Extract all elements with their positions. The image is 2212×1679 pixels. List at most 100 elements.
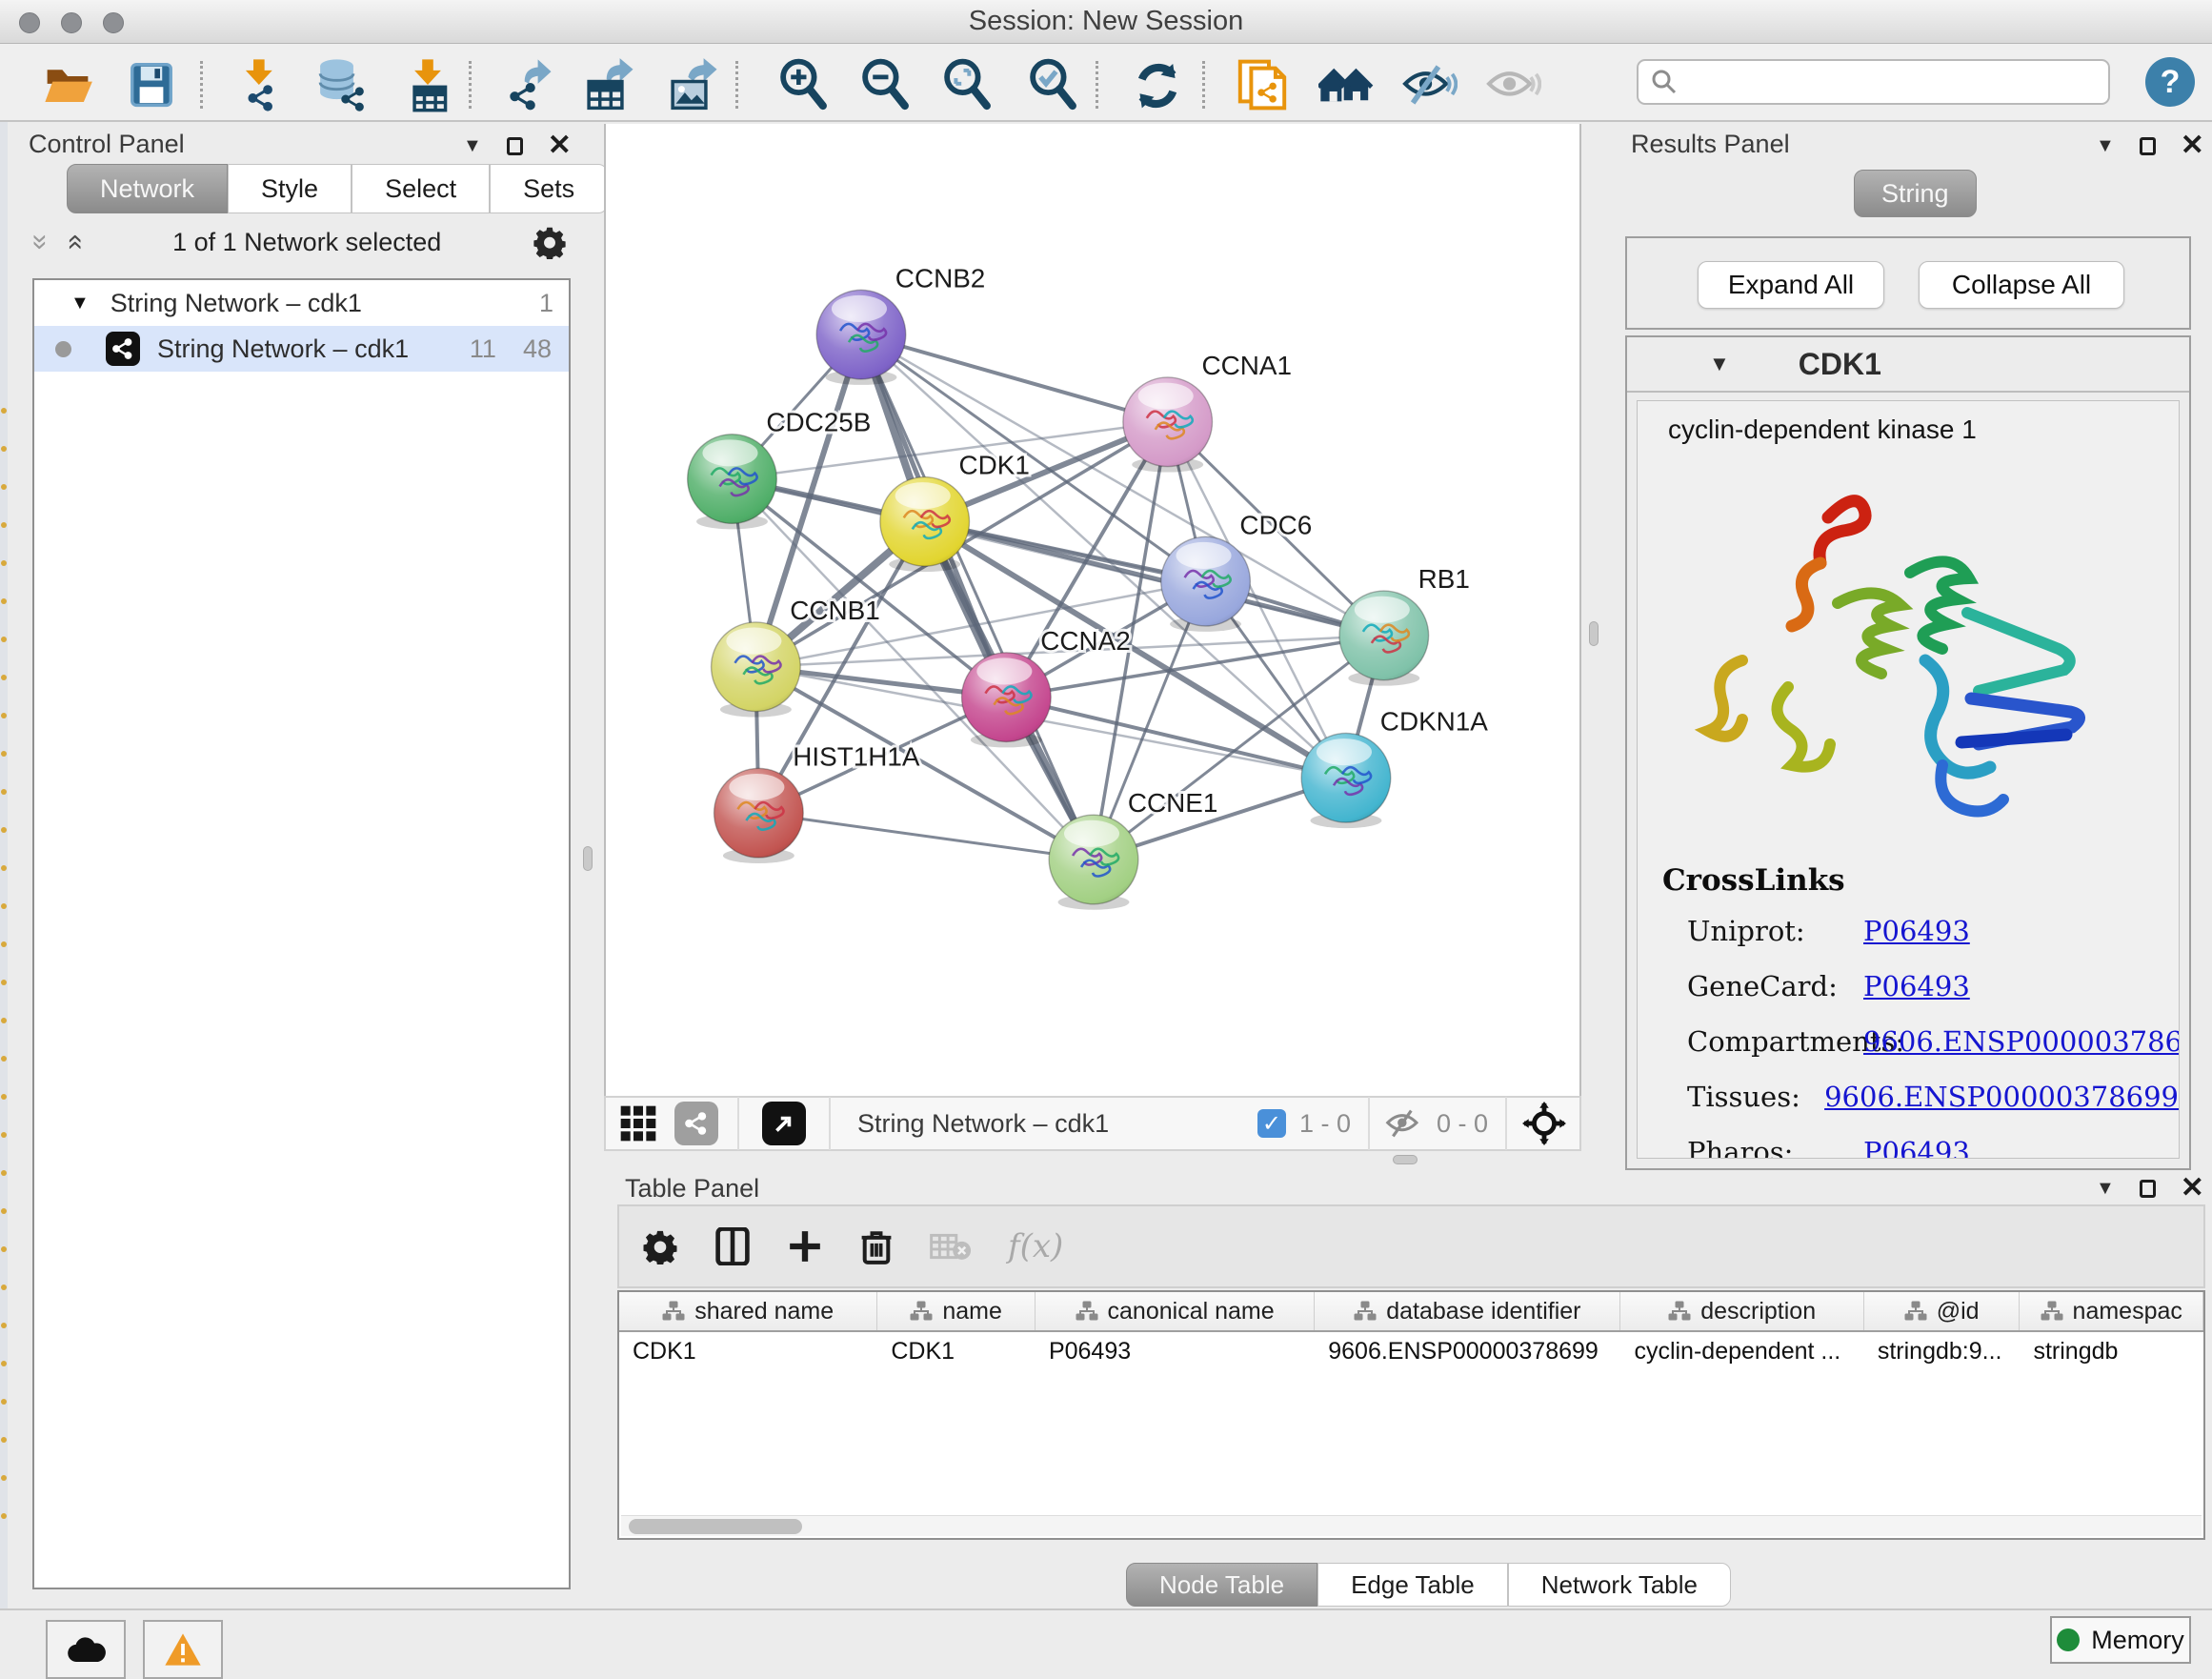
network-edge[interactable] [861, 334, 1168, 422]
export-network-button[interactable] [499, 57, 554, 112]
crosslink-link[interactable]: 9606.ENSP00000378699 [1863, 1025, 2180, 1058]
expand-all-networks-icon[interactable]: » [24, 234, 56, 251]
window-controls[interactable] [19, 12, 124, 33]
crosslink-link[interactable]: 9606.ENSP00000378699 [1824, 1081, 2179, 1113]
network-edge[interactable] [861, 334, 1094, 860]
network-edge[interactable] [925, 521, 1384, 636]
left-splitter-handle[interactable] [583, 846, 593, 871]
table-cell[interactable]: 9606.ENSP00000378699 [1315, 1338, 1620, 1365]
zoom-out-button[interactable] [857, 57, 913, 112]
column-header-database-identifier[interactable]: database identifier [1315, 1292, 1620, 1330]
birdseye-crosshair-icon[interactable] [1522, 1102, 1566, 1145]
collapse-all-button[interactable]: Collapse All [1919, 261, 2124, 309]
cloud-status-button[interactable] [46, 1620, 126, 1679]
tab-sets[interactable]: Sets [490, 164, 608, 213]
column-header-description[interactable]: description [1620, 1292, 1863, 1330]
import-network-button[interactable] [232, 57, 288, 112]
panel-close-icon[interactable]: ✕ [548, 131, 572, 160]
show-hidden-button[interactable] [1486, 57, 1541, 112]
toolbar-search[interactable] [1637, 59, 2110, 105]
column-header--id[interactable]: @id [1864, 1292, 2021, 1330]
crosslink-link[interactable]: P06493 [1863, 915, 1970, 947]
network-node-ccna1[interactable]: CCNA1 [1123, 351, 1292, 473]
right-splitter-handle[interactable] [1589, 621, 1599, 646]
network-node-ccnb2[interactable]: CCNB2 [816, 263, 985, 385]
detach-view-button[interactable] [762, 1102, 806, 1145]
network-edge[interactable] [758, 813, 1094, 860]
table-row[interactable]: CDK1CDK1P064939606.ENSP00000378699cyclin… [619, 1332, 2203, 1370]
network-canvas[interactable]: CCNB2CCNA1CDC25BCDK1CDC6RB1CCNB1CCNA2CDK… [604, 124, 1581, 1096]
tab-select[interactable]: Select [352, 164, 490, 213]
tab-string[interactable]: String [1854, 170, 1977, 217]
table-settings-gear-icon[interactable] [642, 1228, 678, 1264]
panel-float-icon[interactable] [2140, 1180, 2156, 1198]
export-table-button[interactable] [581, 57, 636, 112]
expand-all-button[interactable]: Expand All [1698, 261, 1884, 309]
panel-close-icon[interactable]: ✕ [2181, 1174, 2204, 1203]
network-collection-row[interactable]: ▼ String Network – cdk1 1 [34, 280, 569, 326]
network-node-hist1h1a[interactable]: HIST1H1A [714, 741, 920, 863]
show-all-views-button[interactable] [1318, 57, 1374, 112]
network-node-cdc25b[interactable]: CDC25B [688, 408, 872, 530]
duplicate-network-button[interactable] [1235, 57, 1290, 112]
memory-button[interactable]: Memory [2050, 1616, 2191, 1664]
network-node-ccnb1[interactable]: CCNB1 [712, 596, 880, 718]
tab-network-table[interactable]: Network Table [1508, 1563, 1731, 1607]
collection-expander-icon[interactable]: ▼ [70, 293, 90, 314]
crosslink-link[interactable]: P06493 [1863, 1136, 1970, 1159]
column-header-shared-name[interactable]: shared name [619, 1292, 877, 1330]
refresh-view-button[interactable] [1130, 57, 1185, 112]
column-header-namespac[interactable]: namespac [2020, 1292, 2203, 1330]
hidden-eye-slash-icon[interactable] [1385, 1109, 1425, 1138]
network-edge[interactable] [1006, 698, 1346, 779]
panel-menu-icon[interactable]: ▼ [2096, 135, 2115, 157]
zoom-fit-button[interactable] [939, 57, 995, 112]
network-row[interactable]: String Network – cdk1 11 48 [34, 326, 569, 372]
help-button[interactable]: ? [2145, 57, 2195, 107]
crosslink-link[interactable]: P06493 [1863, 970, 1970, 1002]
close-window-button[interactable] [19, 12, 40, 33]
panel-menu-icon[interactable]: ▼ [463, 135, 482, 157]
table-cell[interactable]: P06493 [1036, 1338, 1315, 1365]
table-cell[interactable]: stringdb [2020, 1338, 2203, 1365]
hide-selected-button[interactable] [1402, 57, 1458, 112]
panel-close-icon[interactable]: ✕ [2181, 131, 2204, 160]
column-header-canonical-name[interactable]: canonical name [1036, 1292, 1315, 1330]
table-cell[interactable]: CDK1 [877, 1338, 1036, 1365]
tab-edge-table[interactable]: Edge Table [1317, 1563, 1508, 1607]
import-network-database-button[interactable] [312, 57, 368, 112]
network-node-ccne1[interactable]: CCNE1 [1049, 788, 1217, 910]
gene-collapse-icon[interactable]: ▼ [1709, 352, 1730, 376]
search-input[interactable] [1679, 68, 2079, 97]
import-table-button[interactable] [400, 57, 455, 112]
table-cell[interactable]: cyclin-dependent ... [1620, 1338, 1863, 1365]
gene-section-header[interactable]: ▼ CDK1 [1627, 337, 2189, 393]
export-image-button[interactable] [665, 57, 720, 112]
show-columns-icon[interactable] [714, 1227, 751, 1265]
panel-float-icon[interactable] [2140, 137, 2156, 155]
table-cell[interactable]: CDK1 [619, 1338, 877, 1365]
bottom-splitter-handle[interactable] [1393, 1155, 1418, 1164]
zoom-window-button[interactable] [103, 12, 124, 33]
table-cell[interactable]: stringdb:9... [1864, 1338, 2021, 1365]
tab-network[interactable]: Network [67, 164, 228, 213]
scrollbar-thumb[interactable] [629, 1519, 802, 1534]
warnings-button[interactable] [143, 1620, 223, 1679]
save-session-button[interactable] [124, 57, 179, 112]
collapse-all-networks-icon[interactable]: » [57, 234, 90, 251]
table-horizontal-scrollbar[interactable] [621, 1515, 2202, 1536]
add-column-icon[interactable] [787, 1228, 823, 1264]
network-node-rb1[interactable]: RB1 [1339, 564, 1470, 686]
panel-float-icon[interactable] [507, 137, 523, 155]
panel-menu-icon[interactable]: ▼ [2096, 1178, 2115, 1200]
network-options-gear-icon[interactable] [533, 225, 567, 259]
tab-style[interactable]: Style [228, 164, 352, 213]
view-grid-icon[interactable] [619, 1104, 657, 1143]
selected-checkbox-icon[interactable]: ✓ [1257, 1109, 1286, 1138]
minimize-window-button[interactable] [61, 12, 82, 33]
network-node-cdk1[interactable]: CDK1 [880, 451, 1030, 573]
string-network-graph[interactable]: CCNB2CCNA1CDC25BCDK1CDC6RB1CCNB1CCNA2CDK… [606, 124, 1579, 1092]
zoom-in-button[interactable] [775, 57, 831, 112]
network-node-cdkn1a[interactable]: CDKN1A [1301, 706, 1488, 828]
column-header-name[interactable]: name [877, 1292, 1036, 1330]
